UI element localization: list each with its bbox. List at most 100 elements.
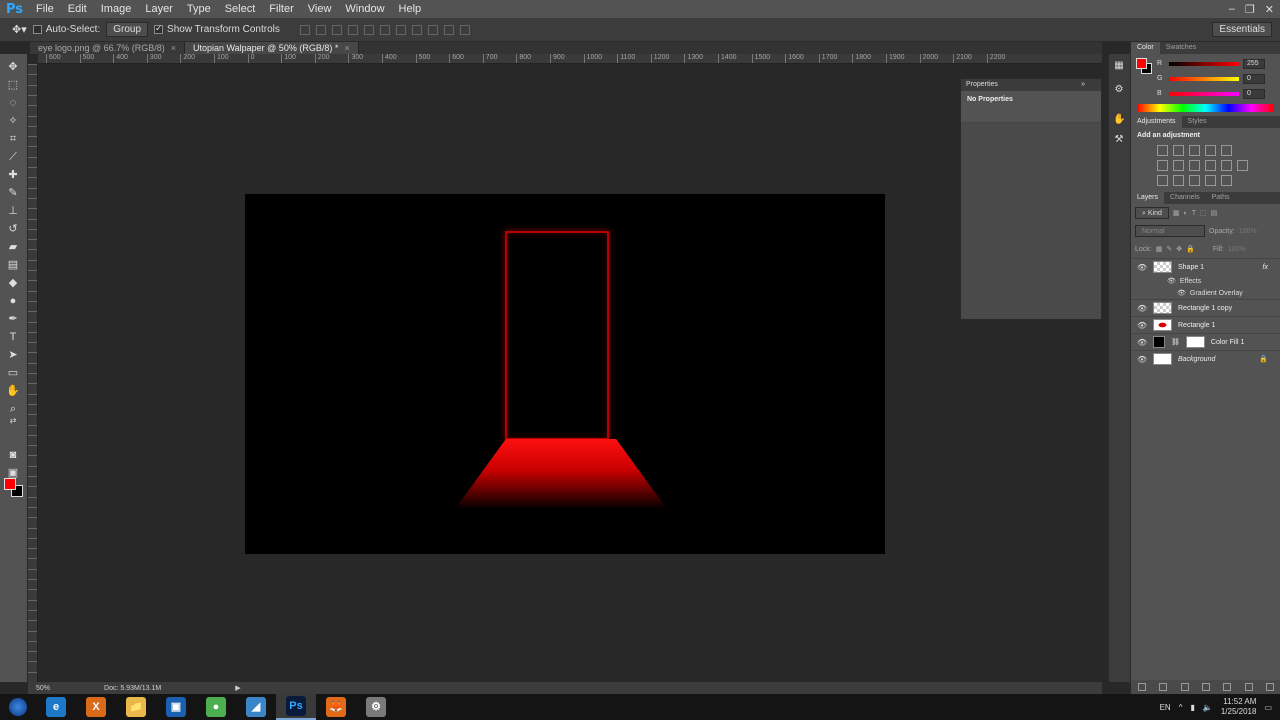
minimize-button[interactable]: –: [1229, 3, 1235, 15]
threshold-icon[interactable]: [1189, 175, 1200, 186]
channel-slider[interactable]: [1169, 91, 1239, 96]
channel-slider[interactable]: [1169, 61, 1239, 66]
delete-layer-icon[interactable]: [1266, 683, 1275, 691]
channel-value[interactable]: 255: [1243, 58, 1265, 69]
taskbar-app-button[interactable]: X: [76, 694, 116, 720]
tab-styles[interactable]: Styles: [1182, 116, 1213, 128]
notifications-icon[interactable]: ▭: [1264, 703, 1272, 712]
distribute-left-icon[interactable]: [443, 24, 454, 35]
move-tool-icon[interactable]: ✥▾: [12, 23, 27, 36]
lasso-icon[interactable]: ◌: [6, 96, 20, 110]
layer-shape-1[interactable]: 👁 Shape 1 fx: [1131, 258, 1280, 275]
quick-mask-icon[interactable]: ◙: [6, 448, 20, 462]
workspace-select[interactable]: Essentials: [1212, 22, 1272, 37]
history-icon[interactable]: ▦: [1113, 60, 1125, 72]
channel-mixer-icon[interactable]: [1221, 160, 1232, 171]
lock-position-icon[interactable]: ✥: [1176, 245, 1182, 253]
clone-stamp-icon[interactable]: ⊥: [6, 204, 20, 218]
link-layers-icon[interactable]: [1137, 683, 1146, 691]
taskbar-app-button[interactable]: 📁: [116, 694, 156, 720]
taskbar-app-button[interactable]: ⚙: [356, 694, 396, 720]
color-lookup-icon[interactable]: [1237, 160, 1248, 171]
close-tab-icon[interactable]: ×: [171, 43, 176, 53]
properties-icon[interactable]: ⚙: [1113, 84, 1125, 96]
align-top-icon[interactable]: [299, 24, 310, 35]
eyedropper-icon[interactable]: ⟋: [6, 150, 20, 164]
path-selection-icon[interactable]: ➤: [6, 348, 20, 362]
channel-value[interactable]: 0: [1243, 73, 1265, 84]
language-indicator[interactable]: EN: [1160, 703, 1171, 712]
visibility-eye-icon[interactable]: 👁: [1137, 338, 1147, 347]
exposure-icon[interactable]: [1205, 145, 1216, 156]
taskbar-app-button[interactable]: e: [36, 694, 76, 720]
tab-layers[interactable]: Layers: [1131, 192, 1165, 204]
tray-overflow-icon[interactable]: ^: [1179, 703, 1183, 712]
menu-view[interactable]: View: [301, 0, 339, 18]
layer-mask-thumbnail[interactable]: [1185, 336, 1205, 348]
channel-value[interactable]: 0: [1243, 88, 1265, 99]
auto-select-checkbox[interactable]: [32, 25, 42, 34]
tab-channels[interactable]: Channels: [1164, 192, 1206, 204]
effects-eye-icon[interactable]: 👁: [1167, 277, 1176, 285]
kind-filter-select[interactable]: ⌕ Kind: [1135, 207, 1169, 219]
close-button[interactable]: ✕: [1265, 3, 1274, 16]
foreground-color-swatch[interactable]: [4, 478, 16, 490]
filter-smart-icon[interactable]: ▤: [1211, 209, 1218, 217]
menu-file[interactable]: File: [29, 0, 61, 18]
tab-utopian-walpaper[interactable]: Utopian Walpaper @ 50% (RGB/8) * ×: [184, 42, 359, 54]
pen-icon[interactable]: ✒: [6, 312, 20, 326]
tool-preset-icon[interactable]: ⚒: [1113, 134, 1125, 146]
clock[interactable]: 11:52 AM 1/25/2018: [1221, 697, 1257, 717]
collapse-icon[interactable]: »: [1081, 79, 1101, 91]
distribute-top-icon[interactable]: [395, 24, 406, 35]
brush-preset-icon[interactable]: ✋: [1113, 114, 1125, 126]
filter-shape-icon[interactable]: ⬚: [1200, 209, 1207, 217]
taskbar-app-button[interactable]: ▣: [156, 694, 196, 720]
healing-brush-icon[interactable]: ✚: [6, 168, 20, 182]
history-brush-icon[interactable]: ↺: [6, 222, 20, 236]
magic-wand-icon[interactable]: ✧: [6, 114, 20, 128]
distribute-bottom-icon[interactable]: [427, 24, 438, 35]
visibility-eye-icon[interactable]: 👁: [1137, 304, 1147, 313]
filter-type-icon[interactable]: T: [1192, 210, 1196, 217]
align-hcenter-icon[interactable]: [363, 24, 374, 35]
menu-layer[interactable]: Layer: [138, 0, 180, 18]
zoom-level[interactable]: 50%: [36, 685, 50, 692]
swap-colors-icon[interactable]: ⇄: [6, 414, 20, 428]
layer-rectangle-1[interactable]: 👁 Rectangle 1: [1131, 316, 1280, 333]
menu-window[interactable]: Window: [338, 0, 391, 18]
add-mask-icon[interactable]: [1180, 683, 1189, 691]
close-tab-icon[interactable]: ×: [344, 43, 349, 53]
hand-icon[interactable]: ✋: [6, 384, 20, 398]
tab-adjustments[interactable]: Adjustments: [1131, 116, 1182, 128]
lock-transparent-icon[interactable]: ▦: [1156, 245, 1163, 253]
align-left-icon[interactable]: [347, 24, 358, 35]
color-spectrum-bar[interactable]: [1137, 104, 1274, 112]
filter-pixel-icon[interactable]: ▦: [1173, 209, 1180, 217]
crop-icon[interactable]: ⌗: [6, 132, 20, 146]
dodge-icon[interactable]: ●: [6, 294, 20, 308]
type-icon[interactable]: T: [6, 330, 20, 344]
menu-image[interactable]: Image: [94, 0, 139, 18]
gradient-icon[interactable]: ▤: [6, 258, 20, 272]
auto-select-option[interactable]: Auto-Select:: [32, 24, 100, 35]
menu-help[interactable]: Help: [392, 0, 429, 18]
posterize-icon[interactable]: [1173, 175, 1184, 186]
tab-eye-logo[interactable]: eye logo.png @ 66.7% (RGB/8) ×: [30, 42, 185, 54]
menu-edit[interactable]: Edit: [61, 0, 94, 18]
layer-effects-row[interactable]: 👁 Effects: [1131, 275, 1280, 287]
color-fg-swatch[interactable]: [1136, 58, 1147, 69]
black-white-icon[interactable]: [1189, 160, 1200, 171]
volume-icon[interactable]: 🔈: [1203, 703, 1213, 712]
tab-color[interactable]: Color: [1131, 42, 1160, 54]
invert-icon[interactable]: [1157, 175, 1168, 186]
distribute-center-icon[interactable]: [411, 24, 422, 35]
fill-value[interactable]: 100%: [1228, 246, 1246, 253]
restore-button[interactable]: ❐: [1245, 3, 1255, 16]
brightness-icon[interactable]: [1157, 145, 1168, 156]
rectangle-icon[interactable]: ▭: [6, 366, 20, 380]
curves-icon[interactable]: [1189, 145, 1200, 156]
brush-icon[interactable]: ✎: [6, 186, 20, 200]
tab-swatches[interactable]: Swatches: [1160, 42, 1202, 54]
lock-all-icon[interactable]: 🔒: [1186, 245, 1195, 253]
